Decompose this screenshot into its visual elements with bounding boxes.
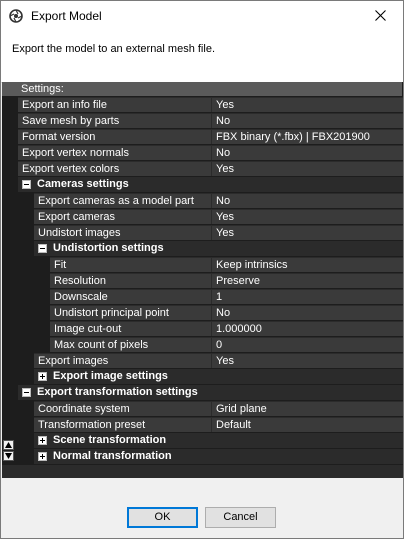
property-row[interactable]: Transformation preset Default <box>2 416 403 432</box>
property-rows: Export an info file Yes Save mesh by parts… <box>2 96 403 464</box>
property-label: Export images <box>34 353 211 368</box>
property-value[interactable]: Yes <box>211 209 403 224</box>
property-row[interactable]: Max count of pixels 0 <box>2 336 403 352</box>
property-label: Export cameras as a model part <box>34 193 211 208</box>
property-label: Undistort images <box>34 225 211 240</box>
close-icon <box>374 9 386 24</box>
property-label: Undistort principal point <box>50 305 211 320</box>
window-title: Export Model <box>31 9 102 23</box>
category-row[interactable]: Scene transformation <box>2 432 403 448</box>
collapse-icon[interactable] <box>22 388 31 397</box>
property-value[interactable]: Yes <box>211 97 403 112</box>
settings-property-grid[interactable]: Settings: Export an info file Yes Save mes… <box>2 82 403 478</box>
export-model-dialog: Export Model Export the model to an exte… <box>0 0 404 539</box>
property-label: Max count of pixels <box>50 337 211 352</box>
property-label: Save mesh by parts <box>18 113 211 128</box>
property-row[interactable]: Export vertex normals No <box>2 144 403 160</box>
category-row[interactable]: Cameras settings <box>2 176 403 192</box>
cancel-button[interactable]: Cancel <box>205 507 276 528</box>
grid-header: Settings: <box>2 82 402 96</box>
property-label: Resolution <box>50 273 211 288</box>
property-label: Transformation preset <box>34 417 211 432</box>
property-value[interactable]: Preserve <box>211 273 403 288</box>
property-label: Coordinate system <box>34 401 211 416</box>
property-value[interactable]: Keep intrinsics <box>211 257 403 272</box>
category-label: Scene transformation <box>34 433 403 448</box>
property-row[interactable]: Export an info file Yes <box>2 96 403 112</box>
property-row[interactable]: Undistort images Yes <box>2 224 403 240</box>
ok-button[interactable]: OK <box>127 507 198 528</box>
property-label: Export cameras <box>34 209 211 224</box>
app-lens-icon <box>9 9 23 23</box>
category-label: Export transformation settings <box>18 385 403 400</box>
property-row[interactable]: Export vertex colors Yes <box>2 160 403 176</box>
property-value[interactable]: Default <box>211 417 403 432</box>
grid-footer-bar <box>2 465 403 478</box>
property-row[interactable]: Resolution Preserve <box>2 272 403 288</box>
property-value[interactable]: No <box>211 193 403 208</box>
property-value[interactable]: No <box>211 113 403 128</box>
category-label: Export image settings <box>34 369 403 384</box>
category-row[interactable]: Normal transformation <box>2 448 403 464</box>
property-label: Downscale <box>50 289 211 304</box>
settings-header-label: Settings: <box>21 83 64 95</box>
title-bar[interactable]: Export Model <box>1 1 403 32</box>
category-row[interactable]: Undistortion settings <box>2 240 403 256</box>
property-label: Export vertex colors <box>18 161 211 176</box>
property-value[interactable]: 1.000000 <box>211 321 403 336</box>
scroll-up-button[interactable] <box>3 440 14 450</box>
property-row[interactable]: Image cut-out 1.000000 <box>2 320 403 336</box>
category-row[interactable]: Export image settings <box>2 368 403 384</box>
property-row[interactable]: Export cameras as a model part No <box>2 192 403 208</box>
property-row[interactable]: Export images Yes <box>2 352 403 368</box>
property-label: Image cut-out <box>50 321 211 336</box>
expand-icon[interactable] <box>38 436 47 445</box>
property-label: Fit <box>50 257 211 272</box>
expand-icon[interactable] <box>38 372 47 381</box>
property-value[interactable]: Yes <box>211 353 403 368</box>
property-value[interactable]: Yes <box>211 225 403 240</box>
description-area: Export the model to an external mesh fil… <box>1 32 403 83</box>
property-value[interactable]: FBX binary (*.fbx) | FBX201900 <box>211 129 403 144</box>
property-value[interactable]: 1 <box>211 289 403 304</box>
property-row[interactable]: Downscale 1 <box>2 288 403 304</box>
property-value[interactable]: 0 <box>211 337 403 352</box>
property-value[interactable]: No <box>211 305 403 320</box>
category-label: Undistortion settings <box>34 241 403 256</box>
property-row[interactable]: Undistort principal point No <box>2 304 403 320</box>
collapse-icon[interactable] <box>38 244 47 253</box>
property-row[interactable]: Export cameras Yes <box>2 208 403 224</box>
property-label: Export an info file <box>18 97 211 112</box>
property-row[interactable]: Coordinate system Grid plane <box>2 400 403 416</box>
property-row[interactable]: Fit Keep intrinsics <box>2 256 403 272</box>
category-row[interactable]: Export transformation settings <box>2 384 403 400</box>
property-label: Export vertex normals <box>18 145 211 160</box>
close-button[interactable] <box>357 1 403 32</box>
property-row[interactable]: Format version FBX binary (*.fbx) | FBX20… <box>2 128 403 144</box>
arrow-down-icon <box>5 450 12 462</box>
category-label: Cameras settings <box>18 177 403 192</box>
property-label: Format version <box>18 129 211 144</box>
expand-icon[interactable] <box>38 452 47 461</box>
property-row[interactable]: Save mesh by parts No <box>2 112 403 128</box>
property-value[interactable]: No <box>211 145 403 160</box>
category-label: Normal transformation <box>34 449 403 464</box>
collapse-icon[interactable] <box>22 180 31 189</box>
scroll-down-button[interactable] <box>3 451 14 461</box>
property-value[interactable]: Grid plane <box>211 401 403 416</box>
description-text: Export the model to an external mesh fil… <box>12 43 215 55</box>
property-value[interactable]: Yes <box>211 161 403 176</box>
